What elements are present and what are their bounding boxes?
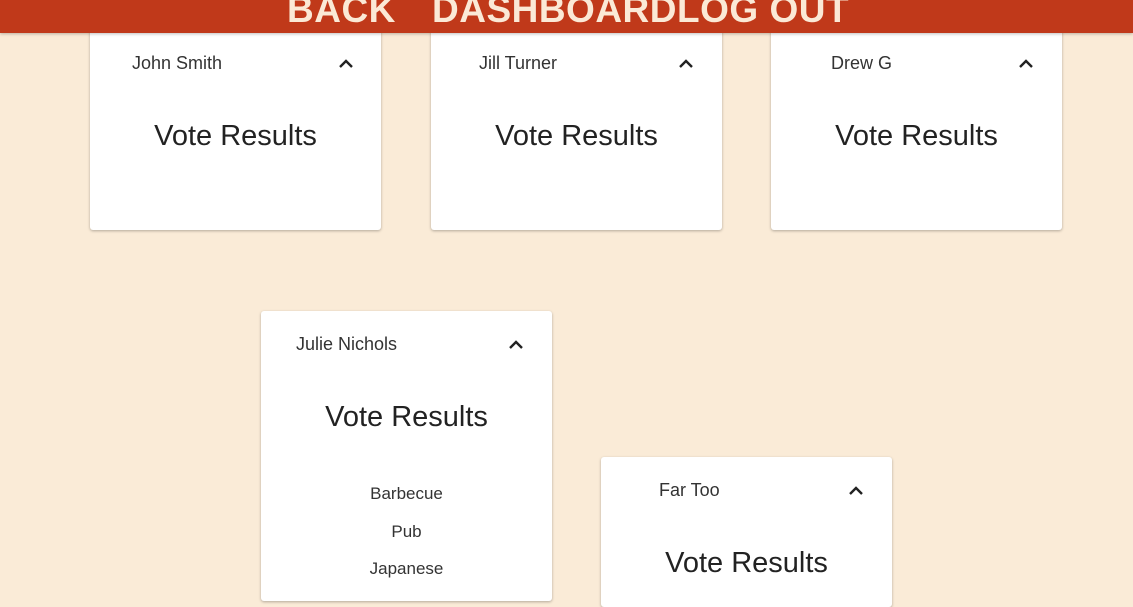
logout-link[interactable]: LOG OUT <box>677 0 849 32</box>
card-header[interactable]: Far Too <box>601 457 892 519</box>
member-name: Far Too <box>659 480 720 500</box>
member-card: Drew G Vote Results <box>771 29 1062 230</box>
vote-results-title: Vote Results <box>665 547 828 579</box>
member-name: John Smith <box>132 53 223 73</box>
member-card: Far Too Vote Results <box>601 457 892 607</box>
card-header[interactable]: John Smith <box>90 29 381 91</box>
card-header[interactable]: Drew G <box>771 29 1062 91</box>
vote-result-item: Japanese <box>369 559 444 578</box>
member-name: Julie Nichols <box>296 334 398 354</box>
vote-results-title: Vote Results <box>495 120 658 152</box>
vote-results-title: Vote Results <box>325 401 488 433</box>
member-card: Jill Turner Vote Results <box>431 29 722 230</box>
member-card: John Smith Vote Results <box>90 29 381 230</box>
vote-results-title: Vote Results <box>835 120 998 152</box>
member-card: Julie Nichols Vote Results Barbecue Pub … <box>261 311 552 601</box>
card-header[interactable]: Jill Turner <box>431 29 722 91</box>
member-name: Jill Turner <box>479 53 558 73</box>
vote-results-title: Vote Results <box>154 120 317 152</box>
chevron-up-icon[interactable] <box>678 58 694 68</box>
chevron-up-icon[interactable] <box>508 339 524 349</box>
chevron-up-icon[interactable] <box>848 485 864 495</box>
card-header[interactable]: Julie Nichols <box>261 311 552 373</box>
member-name: Drew G <box>831 53 893 73</box>
top-nav-bar: BACK DASHBOARD LOG OUT <box>0 0 1133 33</box>
back-link[interactable]: BACK <box>287 0 396 32</box>
vote-result-item: Barbecue <box>370 484 443 503</box>
dashboard-link[interactable]: DASHBOARD <box>432 0 677 32</box>
chevron-up-icon[interactable] <box>338 58 354 68</box>
chevron-up-icon[interactable] <box>1018 58 1034 68</box>
vote-result-item: Pub <box>391 522 422 541</box>
